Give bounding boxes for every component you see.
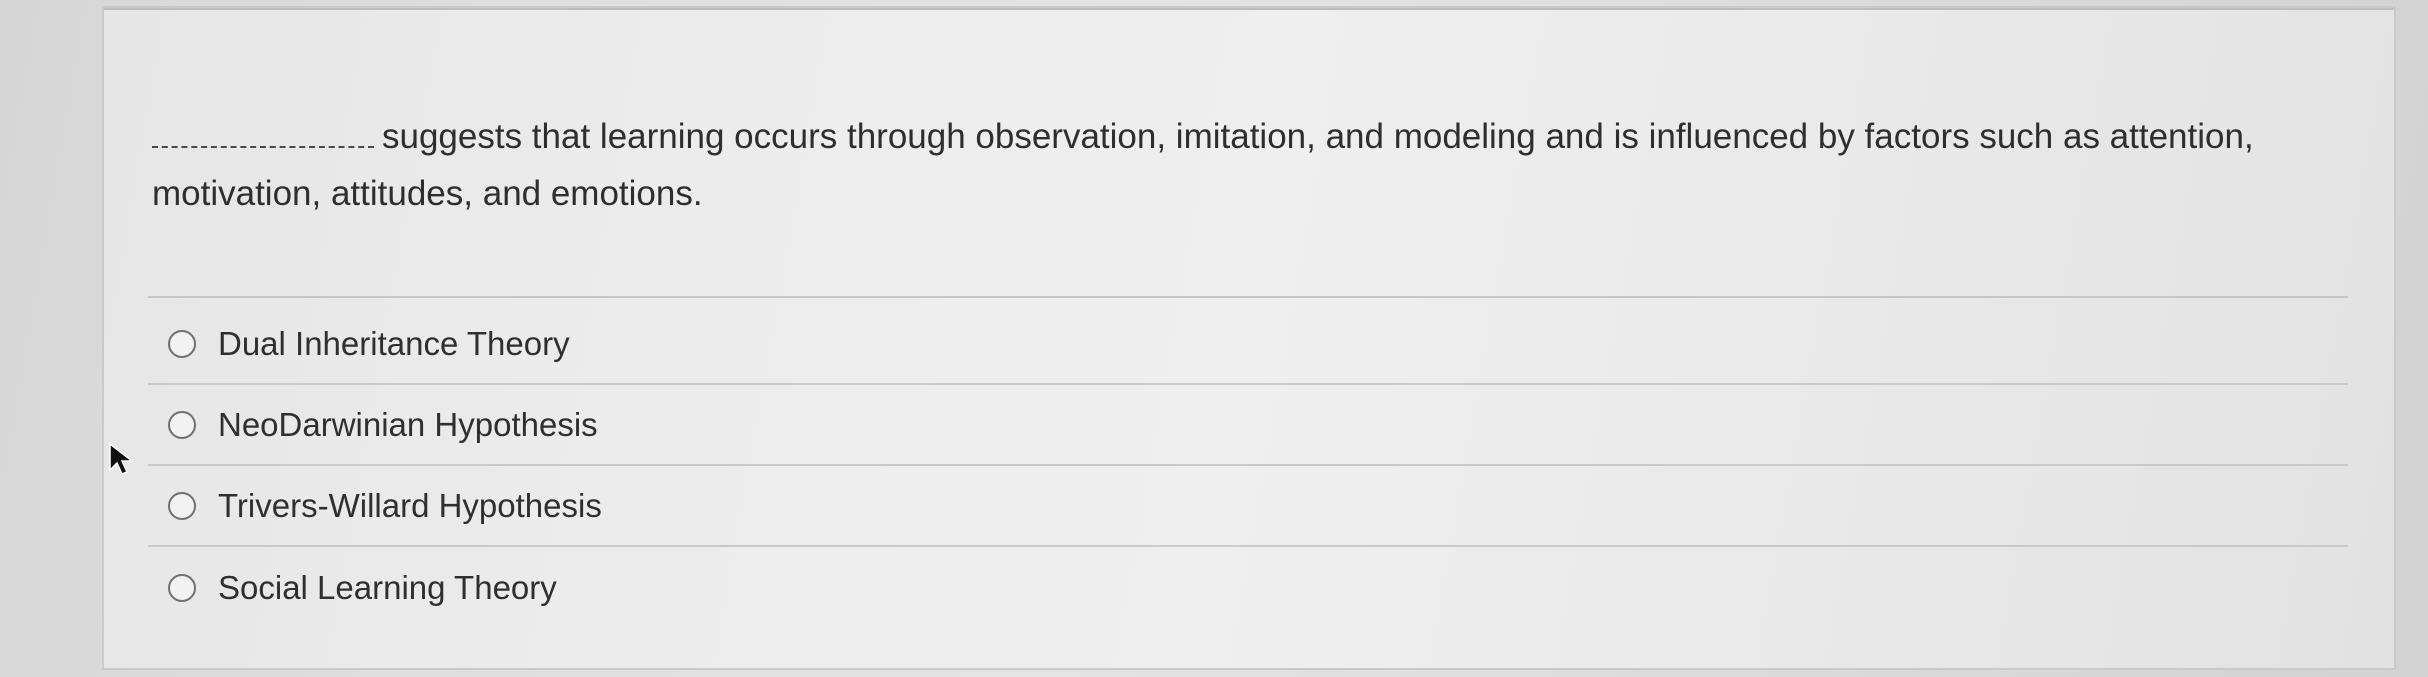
option-label: Social Learning Theory bbox=[218, 568, 557, 606]
question-text: suggests that learning occurs through ob… bbox=[152, 117, 2254, 213]
option-trivers-willard-hypothesis[interactable]: Trivers-Willard Hypothesis bbox=[148, 466, 2348, 547]
option-neodarwinian-hypothesis[interactable]: NeoDarwinian Hypothesis bbox=[148, 385, 2348, 466]
question-card: suggests that learning occurs through ob… bbox=[102, 6, 2396, 670]
answer-options: Dual Inheritance Theory NeoDarwinian Hyp… bbox=[148, 304, 2348, 628]
option-label: Dual Inheritance Theory bbox=[218, 324, 570, 362]
question-prompt: suggests that learning occurs through ob… bbox=[152, 108, 2372, 222]
question-divider bbox=[148, 296, 2348, 298]
radio-button-icon[interactable] bbox=[168, 573, 196, 602]
radio-button-icon[interactable] bbox=[168, 329, 196, 358]
radio-button-icon[interactable] bbox=[168, 491, 196, 520]
option-label: Trivers-Willard Hypothesis bbox=[218, 486, 602, 524]
fill-in-blank bbox=[152, 122, 374, 148]
option-dual-inheritance-theory[interactable]: Dual Inheritance Theory bbox=[148, 304, 2348, 385]
option-social-learning-theory[interactable]: Social Learning Theory bbox=[148, 547, 2348, 628]
screen: suggests that learning occurs through ob… bbox=[0, 0, 2428, 677]
mouse-pointer-icon bbox=[109, 442, 135, 475]
option-label: NeoDarwinian Hypothesis bbox=[218, 405, 598, 443]
radio-button-icon[interactable] bbox=[168, 410, 196, 439]
card-top-border bbox=[104, 8, 2394, 10]
